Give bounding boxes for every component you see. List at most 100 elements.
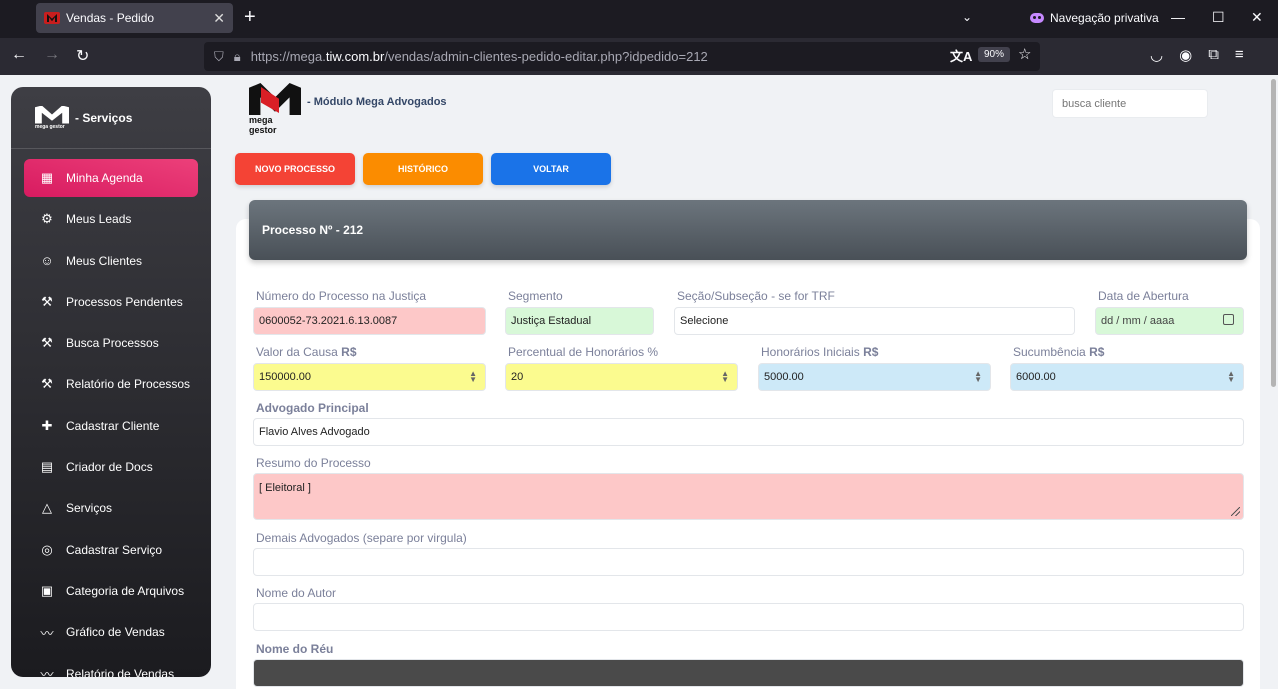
stepper-icon[interactable]: ▲ ▼ [974,370,982,384]
sucumbencia-label: Sucumbência R$ [1013,345,1105,359]
honorarios-field[interactable]: 5000.00 ▲ ▼ [758,363,991,391]
secao-select[interactable]: Selecione [674,307,1075,335]
gavel-icon: ⚒ [41,376,53,392]
forward-icon[interactable]: → [44,46,60,64]
honorarios-label: Honorários Iniciais R$ [761,345,879,359]
brand-text: - Serviços [75,110,133,125]
reload-icon[interactable]: ↻ [76,46,89,66]
new-tab-button[interactable]: + [244,7,256,27]
search-client-input[interactable] [1052,89,1208,118]
tab-title: Vendas - Pedido [66,11,155,25]
sidebar-brand[interactable]: mega gestor - Serviços [11,87,211,149]
tab-close-icon[interactable]: ✕ [213,10,225,27]
reu-label: Nome do Réu [256,642,334,656]
minimize-icon[interactable]: — [1171,9,1185,25]
url-domain: tiw.com.br [325,49,385,64]
sidebar-item-12[interactable]: 〰 Relatório de Vendas [24,655,198,677]
segmento-select[interactable]: Justiça Estadual [505,307,654,335]
advogado-field[interactable]: Flavio Alves Advogado [253,418,1244,446]
page-scrollbar[interactable] [1271,79,1276,387]
sidebar-item-6[interactable]: ✚ Cadastrar Cliente [24,407,198,445]
user-plus-icon: ✚ [41,417,53,433]
sidebar-item-label: Meus Leads [66,212,132,227]
sucumbencia-value: 6000.00 [1016,371,1056,383]
advogado-label: Advogado Principal [256,401,369,415]
historico-button[interactable]: HISTÓRICO [363,153,483,185]
valor-causa-field[interactable]: 150000.00 ▲ ▼ [253,363,486,391]
sidebar-item-10[interactable]: ▣ Categoria de Arquivos [24,572,198,610]
window-close-icon[interactable]: ✕ [1251,9,1263,26]
resize-grip-icon[interactable] [1231,507,1240,516]
demais-advogados-label: Demais Advogados (separe por virgula) [256,531,467,545]
browser-navbar: ← → ↻ ⛉ 🔒︎ https://mega. tiw.com.br/venda… [0,38,1278,75]
sidebar-item-0[interactable]: ▦ Minha Agenda [24,159,198,197]
sidebar: mega gestor - Serviços ▦ Minha Agenda ⚙ Meu… [11,87,211,677]
private-label: Navegação privativa [1050,11,1159,25]
pocket-icon[interactable]: ◡ [1150,46,1163,64]
browser-tabbar: Vendas - Pedido ✕ + ⌄ Navegação privativ… [0,0,1278,38]
numero-label: Número do Processo na Justiça [256,289,427,303]
numero-field[interactable]: 0600052-73.2021.6.13.0087 [253,307,486,335]
url-prefix: https://mega. [250,49,326,64]
shield-icon[interactable]: ⛉ [214,49,224,65]
back-icon[interactable]: ← [11,46,27,64]
gavel-icon: ⚒ [41,293,53,309]
translate-icon[interactable]: 文A [950,46,972,65]
shapes-icon: △ [42,500,52,516]
percentual-value: 20 [511,371,524,383]
sidebar-item-2[interactable]: ☺ Meus Clientes [24,242,198,280]
sidebar-item-label: Processos Pendentes [66,294,183,309]
sucumbencia-field[interactable]: 6000.00 ▲ ▼ [1010,363,1244,391]
service-icon: ◎ [41,541,53,557]
user-cog-icon: ⚙ [41,211,53,227]
resumo-label: Resumo do Processo [256,456,371,470]
list-all-tabs-icon[interactable]: ⌄ [962,10,972,24]
sidebar-item-7[interactable]: ▤ Criador de Docs [24,448,198,486]
resumo-value: [ Eleitoral ] [259,482,311,494]
sidebar-item-label: Relatório de Processos [66,377,191,392]
url-bar[interactable]: ⛉ 🔒︎ https://mega. tiw.com.br/vendas/admi… [204,42,1040,71]
percentual-field[interactable]: 20 ▲ ▼ [505,363,738,391]
sidebar-item-label: Meus Clientes [66,253,143,268]
calendar-icon[interactable] [1223,314,1234,325]
sidebar-item-label: Cadastrar Cliente [66,418,160,433]
sidebar-item-label: Relatório de Vendas [66,666,175,677]
sidebar-item-1[interactable]: ⚙ Meus Leads [24,200,198,238]
sidebar-item-11[interactable]: 〰 Gráfico de Vendas [24,613,198,651]
account-icon[interactable]: ◉ [1179,46,1192,64]
sidebar-item-label: Categoria de Arquivos [66,583,185,598]
sidebar-menu: ▦ Minha Agenda ⚙ Meus Leads ☺ Meus Clientes ⚒ P… [24,159,198,677]
date-placeholder: dd / mm / aaaa [1101,315,1175,327]
menu-icon[interactable]: ≡ [1235,46,1244,64]
bookmark-star-icon[interactable]: ☆ [1018,45,1031,63]
sidebar-item-label: Busca Processos [66,336,159,351]
lock-icon[interactable]: 🔒︎ [234,49,241,65]
extensions-icon[interactable]: ⧉ [1208,46,1219,64]
site-favicon-icon [44,12,60,24]
maximize-icon[interactable]: ☐ [1212,9,1225,26]
sidebar-item-9[interactable]: ◎ Cadastrar Serviço [24,531,198,569]
chart-icon: 〰 [40,625,54,641]
resumo-textarea[interactable]: [ Eleitoral ] [253,473,1244,520]
voltar-button[interactable]: VOLTAR [491,153,611,185]
autor-field[interactable] [253,603,1244,631]
page-content: mega gestor - Serviços ▦ Minha Agenda ⚙ Meu… [0,75,1278,689]
sidebar-item-3[interactable]: ⚒ Processos Pendentes [24,283,198,321]
data-abertura-label: Data de Abertura [1098,289,1189,303]
data-abertura-field[interactable]: dd / mm / aaaa [1095,307,1244,335]
stepper-icon[interactable]: ▲ ▼ [469,370,477,384]
private-mask-icon [1030,13,1044,23]
sidebar-item-4[interactable]: ⚒ Busca Processos [24,324,198,362]
url-path: /vendas/admin-clientes-pedido-editar.php… [384,49,708,64]
demais-advogados-field[interactable] [253,548,1244,576]
reu-field[interactable] [253,659,1244,687]
browser-tab[interactable]: Vendas - Pedido ✕ [36,3,233,33]
users-icon: ☺ [40,253,54,269]
sidebar-item-5[interactable]: ⚒ Relatório de Processos [24,365,198,403]
zoom-level[interactable]: 90% [978,47,1011,62]
stepper-icon[interactable]: ▲ ▼ [1227,370,1235,384]
novo-processo-button[interactable]: NOVO PROCESSO [235,153,355,185]
private-browsing-indicator: Navegação privativa [1030,11,1159,25]
sidebar-item-8[interactable]: △ Serviços [24,489,198,527]
stepper-icon[interactable]: ▲ ▼ [721,370,729,384]
